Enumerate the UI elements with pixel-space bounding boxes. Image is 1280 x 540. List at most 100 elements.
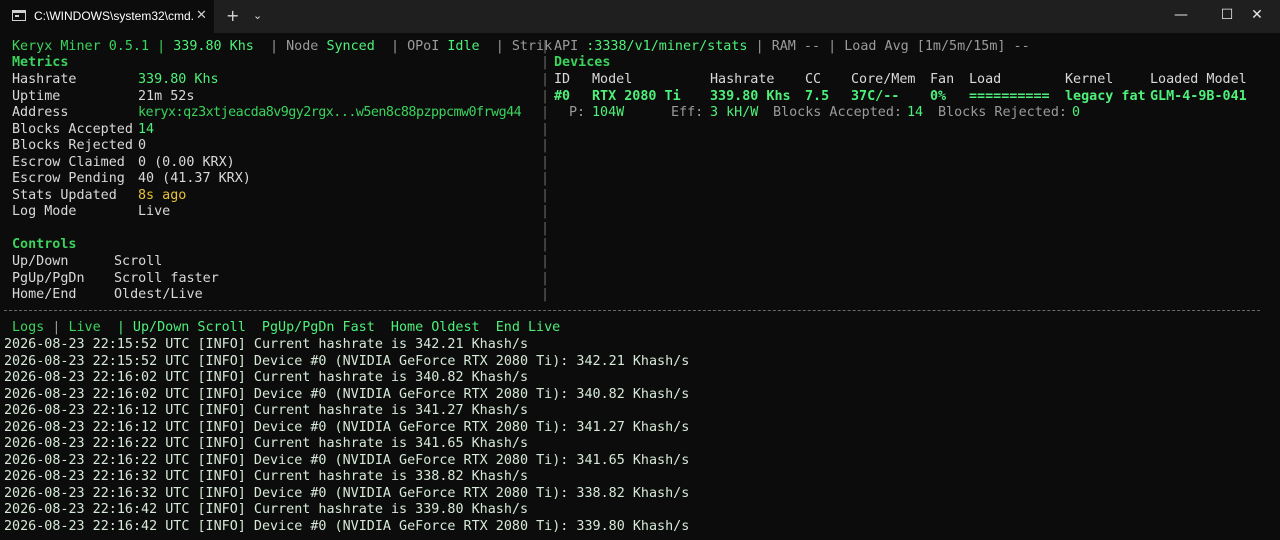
divider-glyph: | (541, 122, 550, 137)
device-cc: 7.5 (805, 89, 830, 104)
horizontal-separator (4, 310, 1260, 311)
divider-glyph: | (541, 89, 550, 104)
status-sep: | (755, 39, 764, 54)
accepted-value: 14 (907, 105, 924, 120)
divider-glyph: | (541, 138, 550, 153)
metric-row: Blocks Accepted 14 (12, 122, 154, 138)
metric-row: Escrow Claimed 0 (0.00 KRX) (12, 155, 235, 171)
column-header: Kernel (1065, 72, 1114, 87)
accepted-label: Blocks Accepted: (773, 105, 902, 120)
log-line: 2026-08-23 22:16:02 UTC [INFO] Device #0… (4, 386, 690, 402)
control-action: Scroll faster (114, 271, 219, 286)
control-row: Home/End Oldest/Live (12, 287, 203, 303)
log-line: 2026-08-23 22:16:22 UTC [INFO] Device #0… (4, 452, 690, 468)
logs-hints: | Up/Down Scroll PgUp/PgDn Fast Home Old… (116, 320, 561, 335)
status-sep: | (828, 39, 837, 54)
column-header: Load (969, 72, 1002, 87)
metric-label: Stats Updated (12, 188, 117, 203)
logs-header: Logs | Live | Up/Down Scroll PgUp/PgDn F… (12, 320, 560, 336)
metric-value: 339.80 Khs (138, 72, 219, 87)
divider-glyph: | (541, 237, 550, 252)
title-bar: C:\WINDOWS\system32\cmd. ✕ + ⌄ — ☐ ✕ (0, 0, 1280, 33)
node-label: Node (286, 39, 319, 54)
tab-dropdown-icon[interactable]: ⌄ (253, 9, 262, 22)
metric-label: Address (12, 105, 69, 120)
column-header: Model (592, 72, 633, 87)
metric-value: Live (138, 204, 171, 219)
metric-row: Blocks Rejected 0 (12, 138, 146, 154)
metric-value: 14 (138, 122, 155, 137)
node-status: Synced (326, 39, 375, 54)
log-line: 2026-08-23 22:16:12 UTC [INFO] Device #0… (4, 419, 690, 435)
terminal-tab[interactable]: C:\WINDOWS\system32\cmd. ✕ (0, 0, 214, 33)
tab-close-icon[interactable]: ✕ (196, 8, 207, 23)
api-endpoint: :3338/v1/miner/stats (586, 39, 748, 54)
opoi-label: OPoI (407, 39, 440, 54)
control-key: Up/Down (12, 254, 69, 269)
control-key: Home/End (12, 287, 77, 302)
divider-glyph: | (541, 171, 550, 186)
status-hashrate: 339.80 Khs (173, 39, 254, 54)
divider-glyph: | (541, 39, 550, 54)
live-tab[interactable]: Live (68, 320, 100, 335)
metric-row: Stats Updated 8s ago (12, 188, 186, 204)
metric-value: 40 (41.37 KRX) (138, 171, 251, 186)
log-line: 2026-08-23 22:16:32 UTC [INFO] Current h… (4, 469, 529, 484)
divider-glyph: | (541, 188, 550, 203)
log-line: 2026-08-23 22:15:52 UTC [INFO] Device #0… (4, 353, 690, 369)
column-header: CC (805, 72, 822, 87)
status-sep: | (390, 39, 399, 54)
metrics-heading: Metrics (12, 55, 69, 70)
devices-heading: Devices (554, 55, 611, 70)
app-name: Keryx Miner 0.5.1 (12, 39, 150, 54)
metric-row: Uptime 21m 52s (12, 89, 194, 105)
control-action: Scroll (114, 254, 163, 269)
log-line: 2026-08-23 22:16:42 UTC [INFO] Device #0… (4, 518, 690, 534)
minimize-button[interactable]: — (1158, 0, 1204, 33)
power-value: 104W (592, 105, 625, 120)
log-line: 2026-08-23 22:16:32 UTC [INFO] Device #0… (4, 485, 690, 501)
load-avg-readout: Load Avg [1m/5m/15m] -- (844, 39, 1030, 54)
metric-row: Log Mode Live (12, 204, 170, 220)
metric-label: Escrow Pending (12, 171, 125, 186)
status-line: Keryx Miner 0.5.1 | 339.80 Khs | Node Sy… (12, 39, 552, 55)
ram-readout: RAM -- (771, 39, 821, 54)
metric-row: Hashrate 339.80 Khs (12, 72, 219, 88)
device-load-bar: ========== (969, 89, 1050, 104)
logs-sep: | (52, 320, 61, 335)
metric-value: 21m 52s (138, 89, 195, 104)
metric-row: Address keryx:qz3xtjeacda8v9gy2rgx...w5en… (12, 105, 522, 121)
status-sep: | (270, 39, 279, 54)
control-key: PgUp/PgDn (12, 271, 85, 286)
divider-glyph: | (541, 287, 550, 302)
log-line: 2026-08-23 22:16:42 UTC [INFO] Current h… (4, 502, 529, 517)
log-line: 2026-08-23 22:16:02 UTC [INFO] Current h… (4, 370, 529, 385)
column-header: Loaded Model (1150, 72, 1247, 87)
divider-glyph: | (541, 204, 550, 219)
efficiency-value: 3 kH/W (710, 105, 759, 120)
api-label: API (554, 39, 579, 54)
device-core-mem: 37C/-- (851, 89, 900, 104)
divider-glyph: | (541, 221, 550, 236)
logs-tab[interactable]: Logs (12, 320, 44, 335)
device-fan: 0% (930, 89, 947, 104)
log-line: 2026-08-23 22:15:52 UTC [INFO] Current h… (4, 337, 529, 352)
close-window-button[interactable]: ✕ (1234, 0, 1280, 33)
power-label: P: (569, 105, 586, 120)
divider-glyph: | (541, 254, 550, 269)
control-row: Up/Down Scroll (12, 254, 162, 270)
metric-value: 0 (138, 138, 147, 153)
divider-glyph: | (541, 155, 550, 170)
control-action: Oldest/Live (114, 287, 203, 302)
control-row: PgUp/PgDn Scroll faster (12, 271, 219, 287)
terminal-icon (12, 10, 26, 21)
column-header: Fan (930, 72, 955, 87)
column-header: Hashrate (710, 72, 775, 87)
new-tab-button[interactable]: + (226, 6, 239, 25)
metric-label: Escrow Claimed (12, 155, 125, 170)
device-model: RTX 2080 Ti (592, 89, 681, 104)
opoi-status: Idle (447, 39, 480, 54)
log-line: 2026-08-23 22:16:12 UTC [INFO] Current h… (4, 403, 529, 418)
metric-label: Log Mode (12, 204, 77, 219)
rejected-value: 0 (1072, 105, 1081, 120)
